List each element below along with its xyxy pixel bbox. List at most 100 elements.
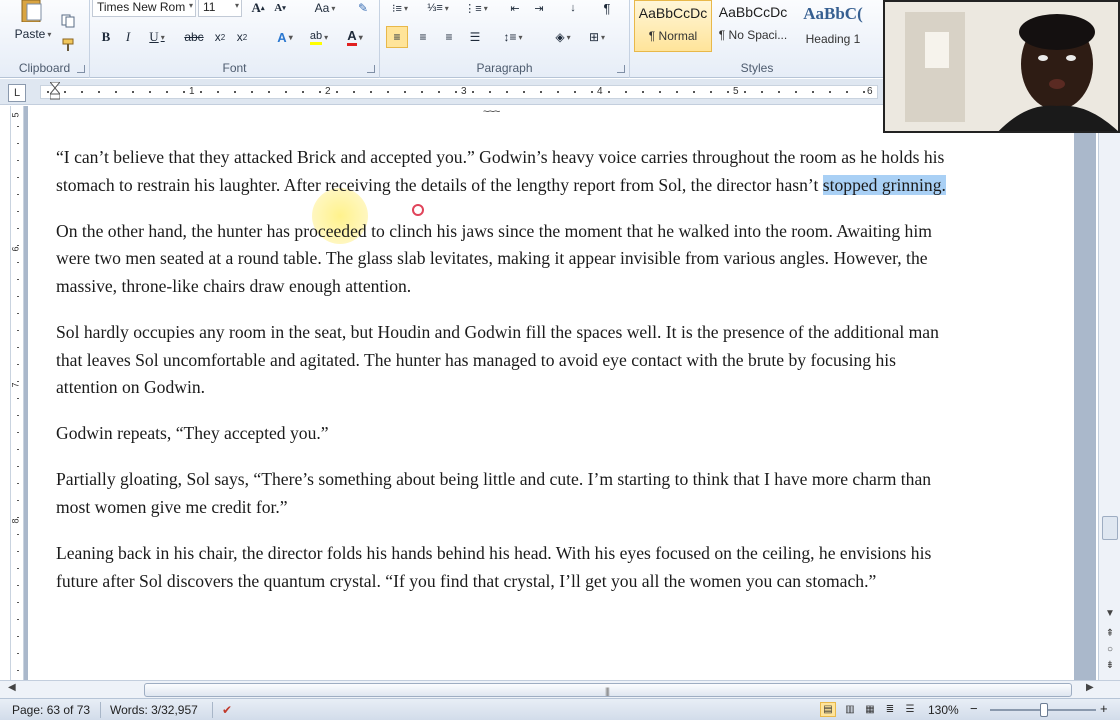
paste-button[interactable]: Paste: [10, 26, 56, 42]
paragraph[interactable]: “I can’t believe that they attacked Bric…: [56, 144, 956, 199]
change-case-icon[interactable]: Aa: [308, 0, 342, 16]
clipboard-launcher-icon[interactable]: [77, 65, 85, 73]
style-no-spacing[interactable]: AaBbCcDc ¶ No Spaci...: [714, 0, 792, 52]
show-formatting-icon[interactable]: ¶: [596, 0, 618, 16]
ruler-tick: [795, 91, 797, 93]
vertical-scroll-thumb[interactable]: [1102, 516, 1118, 540]
paste-icon[interactable]: [14, 0, 50, 22]
vruler-number: 6: [10, 246, 21, 252]
horizontal-scrollbar[interactable]: ◀ ||| ▶: [0, 680, 1120, 698]
zoom-slider-thumb[interactable]: [1040, 703, 1048, 717]
full-screen-reading-icon[interactable]: ▥: [842, 702, 858, 717]
clear-formatting-icon[interactable]: ✎: [352, 0, 374, 16]
indent-marker-icon[interactable]: [48, 81, 62, 100]
scroll-left-arrow-icon[interactable]: ◀: [8, 682, 16, 693]
vertical-scrollbar[interactable]: ▼ ⇞ ○ ⇟: [1098, 106, 1120, 680]
next-page-icon[interactable]: ⇟: [1102, 658, 1118, 674]
vruler-tick: [17, 636, 19, 637]
scroll-right-arrow-icon[interactable]: ▶: [1086, 682, 1094, 693]
grip-icon: |||: [605, 686, 610, 696]
ruler-tick: [217, 91, 219, 93]
borders-icon[interactable]: ⊞: [582, 26, 612, 48]
underline-icon[interactable]: U: [144, 28, 170, 46]
style-normal[interactable]: AaBbCcDc ¶ Normal: [634, 0, 712, 52]
shrink-font-icon[interactable]: A ▾: [270, 0, 290, 16]
format-painter-icon[interactable]: [58, 36, 78, 54]
styles-group-label: Styles: [740, 61, 774, 75]
vruler-tick: [17, 568, 19, 569]
ruler-tick: [268, 91, 270, 93]
vruler-tick: [17, 415, 19, 416]
proofing-icon[interactable]: ✔: [222, 703, 232, 717]
align-center-icon[interactable]: ≡: [412, 26, 434, 48]
ruler-tick: [812, 91, 814, 93]
paragraph[interactable]: Sol hardly occupies any room in the seat…: [56, 319, 956, 402]
document-page[interactable]: ~~~ “I can’t believe that they attacked …: [28, 106, 1074, 680]
horizontal-ruler[interactable]: 1 2 3 4 5 6: [40, 85, 878, 99]
horizontal-scroll-thumb[interactable]: |||: [144, 683, 1072, 697]
zoom-out-button[interactable]: −: [970, 701, 978, 716]
paragraph-launcher-icon[interactable]: [617, 65, 625, 73]
webcam-presenter-image: [885, 2, 1118, 131]
ruler-tick: [149, 91, 151, 93]
style-normal-name: ¶ Normal: [648, 29, 698, 43]
tab-selector-button[interactable]: L: [8, 84, 26, 102]
italic-icon[interactable]: I: [120, 28, 136, 46]
line-spacing-icon[interactable]: ↕≡: [498, 26, 528, 48]
font-name-combo[interactable]: Times New Rom ▾: [92, 0, 196, 17]
ruler-tick: [421, 91, 423, 93]
decrease-indent-icon[interactable]: ⇤: [504, 0, 526, 16]
document-text[interactable]: “I can’t believe that they attacked Bric…: [56, 144, 956, 614]
scroll-down-arrow-icon[interactable]: ▼: [1102, 606, 1118, 622]
text-effects-icon[interactable]: A: [270, 28, 300, 46]
word-count[interactable]: Words: 3/32,957: [110, 703, 198, 717]
vruler-tick: [17, 483, 19, 484]
ruler-tick: [659, 91, 661, 93]
document-area: ~~~ “I can’t believe that they attacked …: [24, 106, 1096, 680]
ruler-tick: [47, 91, 49, 93]
page-indicator[interactable]: Page: 63 of 73: [12, 703, 90, 717]
grow-font-icon[interactable]: A ▴: [248, 0, 268, 16]
zoom-in-button[interactable]: +: [1100, 701, 1108, 716]
numbering-icon[interactable]: ⅓≡: [422, 0, 454, 16]
clipboard-group-label: Clipboard: [18, 61, 71, 75]
web-layout-icon[interactable]: ▦: [862, 702, 878, 717]
superscript-icon[interactable]: x2: [232, 28, 252, 46]
align-right-icon[interactable]: ≡: [438, 26, 460, 48]
bullets-icon[interactable]: ⁝≡: [384, 0, 416, 16]
subscript-icon[interactable]: x2: [210, 28, 230, 46]
ruler-tick: [540, 91, 542, 93]
multilevel-list-icon[interactable]: ⋮≡: [460, 0, 492, 16]
ruler-tick: [455, 91, 457, 93]
draft-view-icon[interactable]: ☰: [902, 702, 918, 717]
style-no-spacing-sample: AaBbCcDc: [718, 4, 788, 20]
shading-icon[interactable]: ◈: [548, 26, 578, 48]
paragraph[interactable]: Partially gloating, Sol says, “There’s s…: [56, 466, 956, 521]
vertical-ruler[interactable]: 5 6 7 8: [10, 106, 24, 680]
highlight-icon[interactable]: ab: [302, 28, 336, 46]
paragraph[interactable]: Leaning back in his chair, the director …: [56, 540, 956, 595]
browse-object-icon[interactable]: ○: [1102, 642, 1118, 658]
font-color-icon[interactable]: A: [340, 28, 370, 46]
paragraph[interactable]: Godwin repeats, “They accepted you.”: [56, 420, 956, 448]
print-layout-view-icon[interactable]: ▤: [820, 702, 836, 717]
outline-view-icon[interactable]: ≣: [882, 702, 898, 717]
paragraph[interactable]: On the other hand, the hunter has procee…: [56, 218, 956, 301]
selected-text[interactable]: stopped grinning.: [822, 174, 946, 195]
style-heading-1[interactable]: AaBbC( Heading 1: [794, 0, 872, 52]
clipboard-group: Paste Clipboard: [0, 0, 90, 78]
previous-page-icon[interactable]: ⇞: [1102, 626, 1118, 642]
justify-icon[interactable]: ☰: [464, 26, 486, 48]
increase-indent-icon[interactable]: ⇥: [528, 0, 550, 16]
align-left-icon[interactable]: ≡: [386, 26, 408, 48]
zoom-level[interactable]: 130%: [928, 703, 959, 717]
font-size-combo[interactable]: 11 ▾: [198, 0, 242, 17]
bold-icon[interactable]: B: [98, 28, 114, 46]
strikethrough-icon[interactable]: abc: [182, 28, 206, 46]
ruler-tick: [489, 91, 491, 93]
ruler-tick: [319, 91, 321, 93]
copy-icon[interactable]: [58, 12, 78, 30]
font-launcher-icon[interactable]: [367, 65, 375, 73]
status-divider: [100, 702, 101, 718]
sort-icon[interactable]: ↓: [562, 0, 584, 16]
